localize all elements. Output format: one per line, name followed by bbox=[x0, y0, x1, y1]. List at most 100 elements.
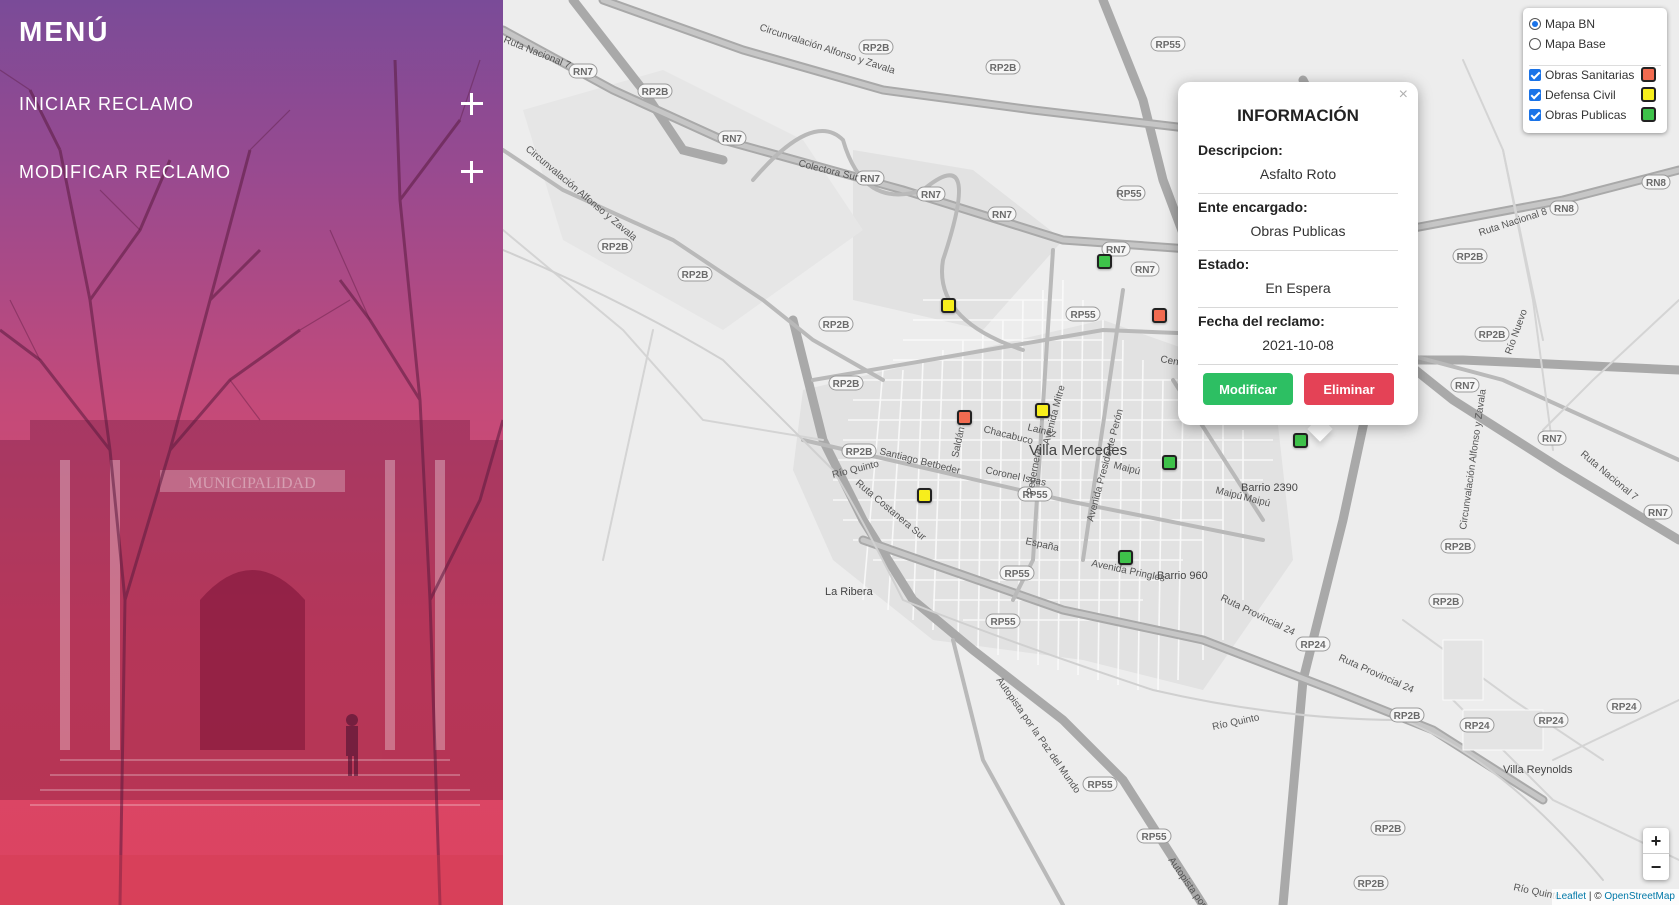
svg-text:RN7: RN7 bbox=[921, 190, 941, 201]
svg-text:RP2B: RP2B bbox=[846, 447, 873, 458]
radio-button-selected[interactable] bbox=[1529, 18, 1541, 30]
zoom-out-button[interactable]: − bbox=[1643, 854, 1669, 880]
swatch-obras-sanitarias bbox=[1641, 67, 1656, 82]
svg-text:RP2B: RP2B bbox=[682, 270, 709, 281]
svg-text:RP55: RP55 bbox=[1004, 569, 1029, 580]
overlay-defensa-civil[interactable]: Defensa Civil bbox=[1529, 86, 1616, 104]
svg-text:La Ribera: La Ribera bbox=[825, 586, 874, 598]
svg-text:RP24: RP24 bbox=[1611, 702, 1636, 713]
svg-text:Barrio 960: Barrio 960 bbox=[1157, 570, 1208, 582]
svg-text:RN7: RN7 bbox=[1648, 508, 1668, 519]
marker-obras-publicas[interactable] bbox=[1118, 550, 1133, 565]
marker-obras-sanitarias[interactable] bbox=[957, 410, 972, 425]
marker-obras-publicas[interactable] bbox=[1293, 433, 1308, 448]
base-layer-mapa-bn[interactable]: Mapa BN bbox=[1529, 15, 1595, 33]
entity-label: Ente encargado: bbox=[1198, 199, 1308, 215]
svg-text:RP2B: RP2B bbox=[1433, 597, 1460, 608]
building-photo-background: MUNICIPALIDAD bbox=[0, 59, 503, 905]
divider bbox=[1198, 364, 1398, 365]
marker-defensa-civil[interactable] bbox=[1035, 403, 1050, 418]
marker-defensa-civil[interactable] bbox=[941, 298, 956, 313]
divider bbox=[1198, 307, 1398, 308]
menu-item-modificar-reclamo[interactable]: MODIFICAR RECLAMO bbox=[19, 154, 485, 190]
svg-text:RP2B: RP2B bbox=[823, 320, 850, 331]
svg-text:RP2B: RP2B bbox=[1375, 824, 1402, 835]
openstreetmap-link[interactable]: OpenStreetMap bbox=[1604, 891, 1675, 902]
svg-text:RN7: RN7 bbox=[1135, 265, 1155, 276]
zoom-control: + − bbox=[1643, 828, 1669, 880]
marker-obras-sanitarias[interactable] bbox=[1152, 308, 1167, 323]
entity-value: Obras Publicas bbox=[1250, 223, 1346, 239]
modify-button[interactable]: Modificar bbox=[1203, 373, 1293, 405]
status-value: En Espera bbox=[1265, 280, 1331, 296]
map-attribution: Leaflet | © OpenStreetMap bbox=[1552, 889, 1679, 905]
divider bbox=[1198, 193, 1398, 194]
date-value: 2021-10-08 bbox=[1262, 337, 1334, 353]
layer-control: Mapa BN Mapa Base Obras Sanitarias Defen… bbox=[1523, 8, 1667, 133]
marker-defensa-civil[interactable] bbox=[917, 488, 932, 503]
zoom-in-button[interactable]: + bbox=[1643, 828, 1669, 854]
basemap-tiles: RP2B RN7 RP2B RP2B RP55 RN7 RN7 RN7 RN7 … bbox=[503, 0, 1679, 905]
svg-text:Villa Reynolds: Villa Reynolds bbox=[1503, 764, 1573, 776]
city-label: Villa Mercedes bbox=[1029, 442, 1127, 459]
svg-text:Autopista por la P: Autopista por la P bbox=[1166, 855, 1220, 905]
svg-text:RN7: RN7 bbox=[1455, 381, 1475, 392]
svg-text:RP2B: RP2B bbox=[833, 379, 860, 390]
svg-text:RN7: RN7 bbox=[722, 134, 742, 145]
building-sign: MUNICIPALIDAD bbox=[188, 475, 315, 492]
svg-text:RP2B: RP2B bbox=[990, 63, 1017, 74]
status-label: Estado: bbox=[1198, 256, 1250, 272]
plus-icon[interactable] bbox=[459, 154, 485, 190]
svg-text:RP2B: RP2B bbox=[1479, 330, 1506, 341]
radio-button[interactable] bbox=[1529, 38, 1541, 50]
svg-text:RP2B: RP2B bbox=[863, 43, 890, 54]
delete-button[interactable]: Eliminar bbox=[1304, 373, 1394, 405]
plus-icon[interactable] bbox=[459, 86, 485, 122]
svg-text:RN8: RN8 bbox=[1554, 204, 1574, 215]
svg-text:RP2B: RP2B bbox=[1358, 879, 1385, 890]
svg-text:Río Quinto: Río Quinto bbox=[1211, 712, 1260, 733]
svg-text:RP2B: RP2B bbox=[1457, 252, 1484, 263]
svg-text:RP55: RP55 bbox=[990, 617, 1015, 628]
svg-text:RP55: RP55 bbox=[1155, 40, 1180, 51]
marker-obras-publicas[interactable] bbox=[1097, 254, 1112, 269]
svg-text:RP2B: RP2B bbox=[602, 242, 629, 253]
svg-text:RN7: RN7 bbox=[573, 67, 593, 78]
svg-text:Ruta Nacional 7: Ruta Nacional 7 bbox=[503, 35, 572, 72]
svg-text:RP55: RP55 bbox=[1087, 780, 1112, 791]
svg-text:RP24: RP24 bbox=[1464, 721, 1489, 732]
close-icon[interactable]: × bbox=[1399, 86, 1408, 104]
popup-title: INFORMACIÓN bbox=[1237, 106, 1359, 125]
marker-obras-publicas[interactable] bbox=[1162, 455, 1177, 470]
svg-text:RN8: RN8 bbox=[1646, 178, 1666, 189]
menu-item-iniciar-reclamo[interactable]: INICIAR RECLAMO bbox=[19, 86, 485, 122]
overlay-obras-publicas[interactable]: Obras Publicas bbox=[1529, 106, 1626, 124]
checkbox-checked[interactable] bbox=[1529, 69, 1541, 81]
leaflet-link[interactable]: Leaflet bbox=[1556, 891, 1586, 902]
date-label: Fecha del reclamo: bbox=[1198, 313, 1325, 329]
svg-text:Barrio 2390: Barrio 2390 bbox=[1241, 482, 1298, 494]
map-view[interactable]: RP2B RN7 RP2B RP2B RP55 RN7 RN7 RN7 RN7 … bbox=[503, 0, 1679, 905]
swatch-obras-publicas bbox=[1641, 107, 1656, 122]
svg-text:Ruta Provincial 24: Ruta Provincial 24 bbox=[1337, 653, 1416, 696]
divider bbox=[1198, 250, 1398, 251]
description-value: Asfalto Roto bbox=[1259, 166, 1337, 182]
svg-text:Autopista por la Paz del Mundo: Autopista por la Paz del Mundo bbox=[994, 675, 1083, 796]
checkbox-checked[interactable] bbox=[1529, 109, 1541, 121]
overlay-obras-sanitarias[interactable]: Obras Sanitarias bbox=[1529, 66, 1634, 84]
svg-text:RP24: RP24 bbox=[1300, 640, 1325, 651]
svg-text:RP2B: RP2B bbox=[642, 87, 669, 98]
base-layer-mapa-base[interactable]: Mapa Base bbox=[1529, 35, 1606, 53]
menu-title: MENÚ bbox=[19, 16, 110, 47]
svg-text:RP55: RP55 bbox=[1141, 832, 1166, 843]
menu-item-label: MODIFICAR RECLAMO bbox=[19, 162, 232, 182]
svg-text:RP2B: RP2B bbox=[1394, 711, 1421, 722]
description-label: Descripcion: bbox=[1198, 142, 1283, 158]
sidebar-menu: MUNICIPALIDAD MENÚ INICIAR RECLAMO MODIF… bbox=[0, 0, 503, 905]
svg-text:RN7: RN7 bbox=[860, 174, 880, 185]
swatch-defensa-civil bbox=[1641, 87, 1656, 102]
svg-text:RP55: RP55 bbox=[1070, 310, 1095, 321]
checkbox-checked[interactable] bbox=[1529, 89, 1541, 101]
svg-text:RP2B: RP2B bbox=[1445, 542, 1472, 553]
svg-text:RN7: RN7 bbox=[1542, 434, 1562, 445]
